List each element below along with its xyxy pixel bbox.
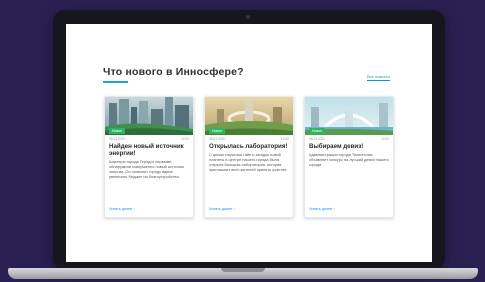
laptop-notch <box>221 268 265 272</box>
all-news-link[interactable]: Все новости <box>367 74 390 81</box>
read-more-link[interactable]: Читать далее › <box>209 207 234 211</box>
news-image: Новое <box>105 97 193 135</box>
card-date: 06.03.2020 <box>109 137 125 141</box>
laptop-base <box>8 268 478 279</box>
card-date: 06.03.2020 <box>309 137 325 141</box>
page-title: Что нового в Инноcфере? <box>103 66 244 78</box>
card-time: 12:00 <box>281 137 289 141</box>
news-image: Новое <box>305 97 393 135</box>
news-image: Новое <box>205 97 293 135</box>
stage: Что нового в Инноcфере? Все новости Ново… <box>0 0 485 282</box>
card-date: 06.03.2020 <box>209 137 225 141</box>
card-heading: Открылась лаборатория! <box>209 143 288 150</box>
card-meta: 06.03.2020 12:00 <box>205 135 293 143</box>
card-body: Администрация города Технополис объявляе… <box>309 152 389 167</box>
news-cards: Новое 06.03.2020 12:00 Найден новый исто… <box>104 96 394 218</box>
card-heading: Найден новый источник энергии! <box>109 143 184 157</box>
card-heading: Выбираем девиз! <box>309 143 364 150</box>
news-card[interactable]: Новое 06.03.2020 12:00 Выбираем девиз! А… <box>304 96 394 218</box>
news-card[interactable]: Новое 06.03.2020 12:00 Найден новый исто… <box>104 96 194 218</box>
card-meta: 06.03.2020 12:00 <box>305 135 393 143</box>
read-more-link[interactable]: Читать далее › <box>109 207 134 211</box>
status-badge: Новое <box>309 128 326 134</box>
card-time: 12:00 <box>381 137 389 141</box>
card-time: 12:00 <box>181 137 189 141</box>
read-more-link[interactable]: Читать далее › <box>309 207 334 211</box>
camera-icon <box>246 15 250 19</box>
title-underline <box>103 81 128 83</box>
screen: Что нового в Инноcфере? Все новости Ново… <box>66 24 432 262</box>
card-body: Шахтеры города Геродот первыми обнаружил… <box>109 159 184 179</box>
news-card[interactable]: Новое 06.03.2020 12:00 Открылась лаборат… <box>204 96 294 218</box>
status-badge: Новое <box>209 128 226 134</box>
card-meta: 06.03.2020 12:00 <box>105 135 193 143</box>
status-badge: Новое <box>109 128 126 134</box>
card-body: С целью изучения тайн и загадок новой пл… <box>209 152 287 172</box>
